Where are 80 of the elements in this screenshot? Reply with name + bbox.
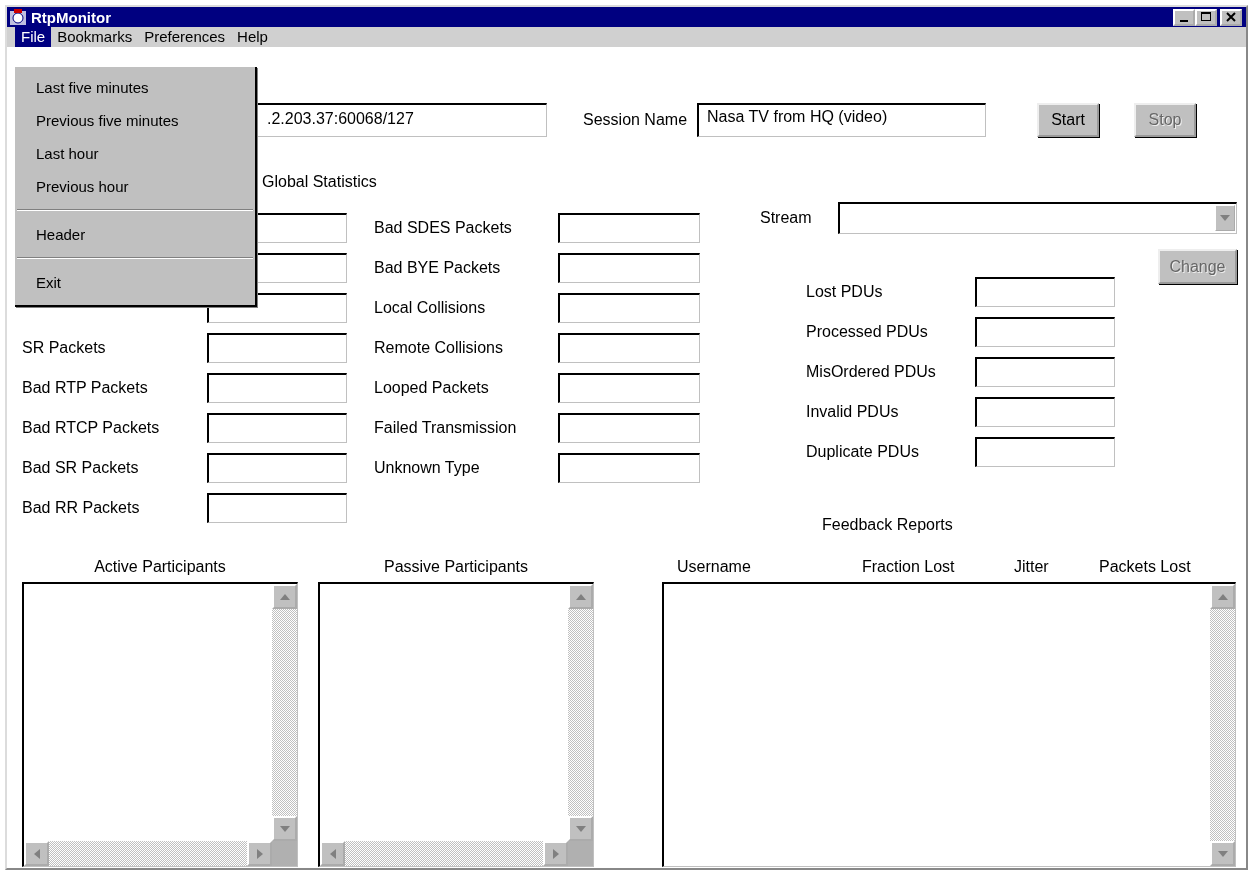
column-header: Fraction Lost — [862, 557, 956, 577]
column-header: Packets Lost — [1099, 557, 1191, 577]
scroll-up-icon[interactable] — [1210, 584, 1235, 609]
menu-item[interactable]: Preferences — [138, 27, 232, 47]
scrollbar[interactable] — [568, 584, 593, 841]
stat-label: Bad SR Packets — [22, 459, 139, 476]
stat-field[interactable] — [975, 277, 1115, 307]
stat-label: Bad BYE Packets — [374, 259, 502, 277]
stat-label: Bad RTP Packets — [22, 379, 148, 396]
stat-field[interactable] — [558, 373, 700, 403]
list-title: Passive Participants — [382, 557, 530, 577]
stat-field[interactable] — [558, 253, 700, 283]
menu-item[interactable]: Header — [15, 218, 255, 251]
scrollbar[interactable] — [272, 584, 297, 841]
menu-item[interactable]: Help — [231, 27, 274, 47]
stat-field[interactable] — [975, 357, 1115, 387]
stat-label: Invalid PDUs — [806, 403, 900, 421]
column-header: Username — [677, 557, 752, 577]
stat-label: Looped Packets — [374, 379, 490, 397]
stat-field[interactable] — [558, 213, 700, 243]
horizontal-scrollbar[interactable] — [320, 841, 568, 866]
close-button[interactable] — [1220, 8, 1242, 26]
menu-item[interactable]: Exit — [15, 266, 255, 299]
menu-item[interactable]: Previous hour — [15, 170, 255, 203]
session-name-field[interactable]: Nasa TV from HQ (video) — [697, 103, 987, 137]
scrollbar-corner — [568, 841, 593, 866]
stat-label: Duplicate PDUs — [806, 443, 920, 461]
scroll-left-icon[interactable] — [320, 841, 345, 866]
stat-field[interactable] — [975, 437, 1115, 467]
stream-dropdown[interactable] — [838, 202, 1237, 234]
menu-item[interactable]: Bookmarks — [51, 27, 139, 47]
stat-label: SR Packets — [22, 339, 106, 356]
minimize-icon — [1180, 19, 1188, 22]
menu-item[interactable]: Last hour — [15, 137, 255, 170]
scroll-down-icon[interactable] — [568, 816, 593, 841]
stat-field[interactable] — [975, 397, 1115, 427]
stat-label: Lost PDUs — [806, 283, 884, 301]
scroll-down-icon[interactable] — [272, 816, 297, 841]
stat-label: Bad RR Packets — [22, 499, 140, 516]
scroll-down-icon[interactable] — [1210, 841, 1235, 866]
stat-label: Processed PDUs — [806, 323, 929, 341]
session-name-label: Session Name — [583, 111, 688, 129]
close-icon — [1226, 12, 1236, 22]
window-title: RtpMonitor — [31, 8, 111, 26]
scrollbar[interactable] — [1210, 584, 1235, 866]
stat-label: Failed Transmission — [374, 419, 518, 437]
stat-field[interactable] — [558, 413, 700, 443]
menu-item[interactable]: File — [15, 27, 52, 47]
menu-item[interactable]: Last five minutes — [15, 71, 255, 104]
list-title: Active Participants — [93, 557, 227, 577]
stat-label: Remote Collisions — [374, 339, 504, 357]
stat-field[interactable] — [558, 333, 700, 363]
stat-field[interactable] — [558, 293, 700, 323]
scroll-up-icon[interactable] — [272, 584, 297, 609]
column-header: Jitter — [1014, 557, 1050, 577]
scroll-up-icon[interactable] — [568, 584, 593, 609]
stat-label: Bad RTCP Packets — [22, 419, 160, 436]
stat-field[interactable] — [207, 373, 347, 403]
scroll-right-icon[interactable] — [247, 841, 272, 866]
maximize-button[interactable] — [1195, 8, 1217, 26]
stat-label: Bad SDES Packets — [374, 219, 513, 237]
stream-label: Stream — [760, 209, 813, 227]
minimize-button[interactable] — [1173, 8, 1195, 26]
section-title: Global Statistics — [262, 172, 378, 192]
stat-label: MisOrdered PDUs — [806, 363, 937, 381]
stat-field[interactable] — [207, 333, 347, 363]
section-title: Feedback Reports — [822, 515, 954, 535]
stat-field[interactable] — [207, 413, 347, 443]
stat-field[interactable] — [207, 453, 347, 483]
stat-field[interactable] — [975, 317, 1115, 347]
scroll-left-icon[interactable] — [24, 841, 49, 866]
maximize-icon — [1201, 12, 1211, 22]
stat-field[interactable] — [558, 453, 700, 483]
horizontal-scrollbar[interactable] — [24, 841, 272, 866]
scrollbar-corner — [272, 841, 297, 866]
start-button[interactable]: Start — [1037, 103, 1100, 137]
stat-field[interactable] — [207, 493, 347, 523]
stat-label: Local Collisions — [374, 299, 487, 317]
scroll-right-icon[interactable] — [543, 841, 568, 866]
stat-label: Unknown Type — [374, 459, 481, 477]
